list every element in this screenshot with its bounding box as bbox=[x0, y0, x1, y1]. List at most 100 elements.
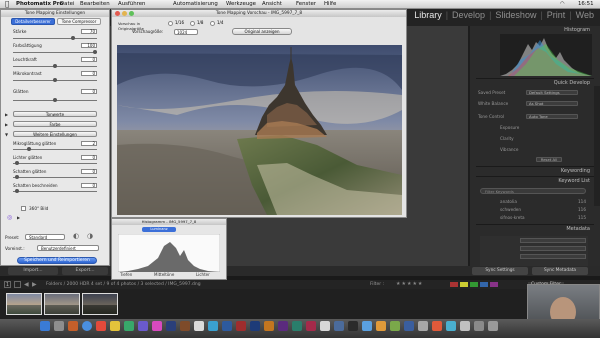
saturation-slider[interactable] bbox=[13, 50, 97, 54]
preset-prev-icon[interactable]: ◐ bbox=[73, 232, 79, 240]
wifi-icon[interactable]: ◠ bbox=[560, 1, 565, 7]
keyword-filter-input[interactable]: Filter Keywords bbox=[480, 188, 586, 194]
module-develop[interactable]: Develop bbox=[452, 10, 485, 20]
finder-icon[interactable] bbox=[40, 321, 50, 331]
firefox-icon[interactable] bbox=[68, 321, 78, 331]
evernote-icon[interactable] bbox=[390, 321, 400, 331]
highlights-smoothing-slider[interactable] bbox=[13, 161, 97, 165]
slider-knob[interactable] bbox=[15, 161, 19, 165]
menu-app-name[interactable]: Photomatix Pro bbox=[16, 1, 63, 7]
documents-stack-icon[interactable] bbox=[474, 321, 484, 331]
acrobat-icon[interactable] bbox=[236, 321, 246, 331]
zoom-select[interactable]: 1024 bbox=[174, 29, 198, 35]
filmstrip-thumbnail[interactable] bbox=[82, 293, 118, 315]
slider-knob[interactable] bbox=[71, 36, 75, 40]
menu-ansicht[interactable]: Ansicht bbox=[262, 1, 282, 7]
mini-slider-value[interactable]: 0 bbox=[81, 155, 97, 160]
right-panel-scrollbar[interactable] bbox=[594, 86, 600, 206]
rating-filter-stars[interactable]: ★★★★★ bbox=[396, 281, 423, 287]
menu-bearbeiten[interactable]: Bearbeiten bbox=[80, 1, 110, 7]
metadata-field[interactable] bbox=[520, 238, 586, 243]
menu-datei[interactable]: Datei bbox=[60, 1, 74, 7]
sync-settings-button[interactable]: Sync Settings bbox=[472, 267, 528, 275]
terminal-icon[interactable] bbox=[348, 321, 358, 331]
shadows-clipping-slider[interactable] bbox=[13, 189, 97, 193]
menu-automatisierung[interactable]: Automatisierung bbox=[173, 1, 218, 7]
keyword-item[interactable]: sifnos-kreta 115 bbox=[484, 215, 598, 221]
grid-toggle-button[interactable] bbox=[14, 281, 21, 288]
dreamweaver-icon[interactable] bbox=[292, 321, 302, 331]
slider-knob[interactable] bbox=[93, 50, 97, 54]
sync-metadata-button[interactable]: Sync Metadata bbox=[532, 267, 588, 275]
module-print[interactable]: Print bbox=[547, 10, 566, 20]
zoom-window-icon[interactable] bbox=[129, 11, 134, 16]
keyword-item[interactable]: schweden 116 bbox=[484, 207, 598, 213]
microcontrast-slider[interactable] bbox=[13, 78, 97, 82]
slider-value-field[interactable]: 100 bbox=[81, 43, 97, 48]
vlc-icon[interactable] bbox=[376, 321, 386, 331]
view-toggle-button[interactable]: 1 bbox=[4, 281, 11, 288]
section-tonwerte[interactable]: Tonwerte bbox=[13, 111, 97, 117]
import-button[interactable]: Import... bbox=[8, 267, 58, 275]
histogram-header[interactable]: Histogram bbox=[476, 26, 594, 34]
lightroom-icon[interactable] bbox=[222, 321, 232, 331]
color-filter-yellow[interactable] bbox=[460, 282, 468, 287]
export-button[interactable]: Export... bbox=[62, 267, 108, 275]
apple-icon[interactable]:  bbox=[5, 0, 9, 8]
slider-knob[interactable] bbox=[53, 98, 57, 102]
expand-arrow-icon[interactable]: ▶ bbox=[17, 215, 20, 220]
filmstrip-thumbnail[interactable] bbox=[44, 293, 80, 315]
slider-knob[interactable] bbox=[15, 189, 19, 193]
safari-icon[interactable] bbox=[82, 321, 92, 331]
keyword-item[interactable]: anatolia 114 bbox=[484, 199, 598, 205]
dashboard-icon[interactable] bbox=[54, 321, 64, 331]
slider-knob[interactable] bbox=[53, 78, 57, 82]
tab-tone-compressor[interactable]: Tone Compressor bbox=[57, 18, 101, 25]
itunes-icon[interactable] bbox=[138, 321, 148, 331]
mini-slider-value[interactable]: 0 bbox=[81, 169, 97, 174]
minimize-window-icon[interactable] bbox=[122, 11, 127, 16]
filezilla-icon[interactable] bbox=[432, 321, 442, 331]
slider-value-field[interactable]: 70 bbox=[81, 29, 97, 34]
metadata-header[interactable]: Metadata bbox=[476, 225, 594, 233]
menu-werkzeuge[interactable]: Werkzeuge bbox=[226, 1, 256, 7]
photomatix-icon[interactable] bbox=[404, 321, 414, 331]
qd-auto-tone-button[interactable]: Auto Tone bbox=[526, 114, 578, 119]
slider-knob[interactable] bbox=[15, 175, 19, 179]
preview-photo[interactable] bbox=[117, 45, 402, 215]
keyword-list-header[interactable]: Keyword List bbox=[476, 177, 594, 185]
photobooth-icon[interactable] bbox=[152, 321, 162, 331]
section-weitere-einstellungen[interactable]: Weitere Einstellungen bbox=[13, 131, 97, 137]
preview-icon[interactable] bbox=[320, 321, 330, 331]
ratio-radio[interactable] bbox=[190, 21, 195, 26]
menu-fenster[interactable]: Fenster bbox=[296, 1, 316, 7]
preset-select[interactable]: Standard bbox=[25, 234, 65, 240]
section-farbe[interactable]: Farbe bbox=[13, 121, 97, 127]
color-filter-blue[interactable] bbox=[480, 282, 488, 287]
flash-icon[interactable] bbox=[306, 321, 316, 331]
reset-spiral-icon[interactable]: ◎ bbox=[7, 214, 12, 221]
color-filter-red[interactable] bbox=[450, 282, 458, 287]
prev-arrow-icon[interactable]: ◀ bbox=[24, 281, 29, 288]
histogram-luminance-tab[interactable]: Luminanz bbox=[142, 227, 176, 232]
smoothing-slider[interactable] bbox=[13, 98, 97, 102]
preview-window-title[interactable]: Tone Mapping Vorschau - IMG_5997_7_8 bbox=[112, 10, 406, 17]
mail-icon[interactable] bbox=[208, 321, 218, 331]
slider-value-field[interactable]: 0 bbox=[81, 57, 97, 62]
trash-icon[interactable] bbox=[488, 321, 498, 331]
next-arrow-icon[interactable]: ▶ bbox=[32, 281, 37, 288]
filmstrip-path[interactable]: Folders / 2000 HDR 4 set / 9 of 4 photos… bbox=[46, 282, 201, 287]
settings-select[interactable]: Benutzerdefiniert bbox=[37, 245, 99, 251]
tab-detail-enhancer[interactable]: Detailverbesserer bbox=[11, 18, 55, 25]
shadows-smoothing-slider[interactable] bbox=[13, 175, 97, 179]
appstore-icon[interactable] bbox=[362, 321, 372, 331]
metadata-field[interactable] bbox=[520, 254, 586, 259]
color-filter-purple[interactable] bbox=[490, 282, 498, 287]
notes-icon[interactable] bbox=[110, 321, 120, 331]
filmstrip-thumbnail[interactable] bbox=[6, 293, 42, 315]
module-web[interactable]: Web bbox=[576, 10, 594, 20]
preset-next-icon[interactable]: ◑ bbox=[87, 232, 93, 240]
disclosure-triangle-icon[interactable]: ▼ bbox=[5, 132, 8, 137]
disclosure-triangle-icon[interactable]: ▶ bbox=[5, 122, 8, 127]
downloads-stack-icon[interactable] bbox=[460, 321, 470, 331]
